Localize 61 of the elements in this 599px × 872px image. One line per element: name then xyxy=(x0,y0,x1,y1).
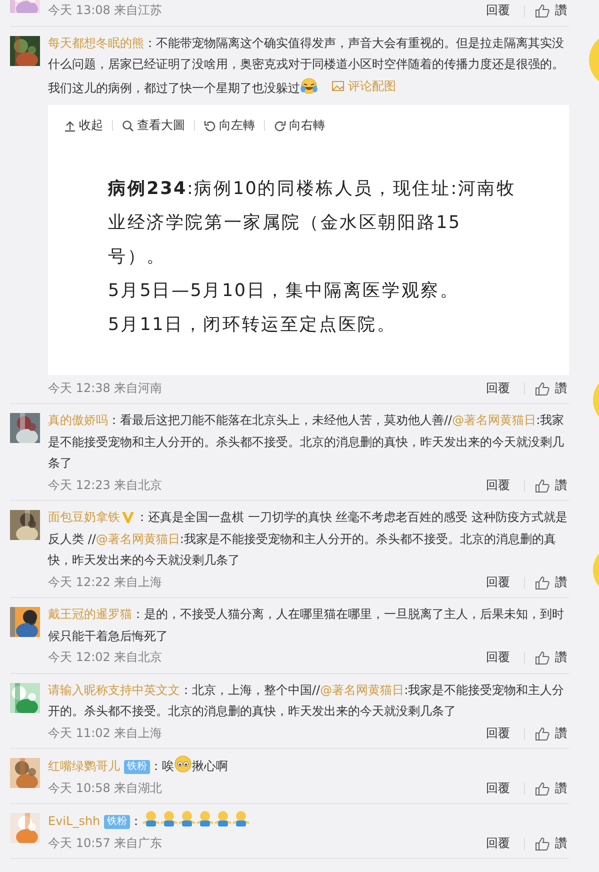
comment-text: 请输入昵称支持中英文文：北京，上海，整个中国//@著名网黄猫日:我家是不能接受宠物和主人分开的。杀头都不接受。北京的消息删的真快，昨天发出来的今天就没剩几条了 xyxy=(48,682,566,720)
reply-button[interactable]: 回覆 xyxy=(486,778,510,800)
image-icon xyxy=(332,81,344,92)
comment-meta: 今天 13:08 来自江苏 xyxy=(48,2,162,19)
comment-meta: 今天 12:22 来自上海 xyxy=(48,574,162,591)
comment-meta: 今天 10:58 来自湖北 xyxy=(48,780,162,797)
thumbs-up-icon xyxy=(535,782,550,796)
document-paragraph: 病例234:病例10的同楼栋人员，现住址:河南牧业经济学院第一家属院（金水区朝阳路15号）。 xyxy=(108,178,517,270)
like-button[interactable]: 讚 xyxy=(535,378,567,400)
toolbar-button[interactable]: 收起 xyxy=(64,114,103,136)
thumbs-up-icon xyxy=(535,836,550,850)
figure-icon xyxy=(196,810,214,828)
thumbs-up-icon xyxy=(535,576,550,590)
like-button[interactable]: 讚 xyxy=(535,572,567,594)
reply-button[interactable]: 回覆 xyxy=(486,0,510,22)
thumbs-up-icon xyxy=(535,478,550,492)
thumbs-up-icon xyxy=(535,4,550,18)
thumbs-up-icon xyxy=(535,726,550,740)
figure-icon xyxy=(214,810,232,828)
comment-text: 真的傲娇吗：看最后这把刀能不能落在北京头上，未经他人苦，莫劝他人善//@著名网黄猫日:我家是不能接受宠物和主人分开的。杀头都不接受。北京的消息删的真快，昨天发出来的今天就没剩几条了 xyxy=(48,412,566,472)
face-icon xyxy=(174,755,192,774)
figure-icon xyxy=(142,810,160,828)
reply-button[interactable]: 回覆 xyxy=(486,832,510,854)
reply-button[interactable]: 回覆 xyxy=(486,722,510,744)
like-button[interactable]: 讚 xyxy=(535,0,567,22)
document-paragraph: 5月11日，闭环转运至定点医院。 xyxy=(108,314,398,338)
like-button[interactable]: 讚 xyxy=(535,647,567,669)
comment-text: EviL_shh 铁粉 ： xyxy=(48,810,569,833)
search-icon xyxy=(122,120,134,132)
toolbar-button[interactable]: 向左轉 xyxy=(204,114,255,136)
reply-button[interactable]: 回覆 xyxy=(486,572,510,594)
like-button[interactable]: 讚 xyxy=(535,474,567,496)
like-button[interactable]: 讚 xyxy=(535,832,567,854)
like-button[interactable]: 讚 xyxy=(535,778,567,800)
fan-badge: 铁粉 xyxy=(124,760,150,774)
comment-text: 面包豆奶拿铁 ：还真是全国一盘棋 一刀切学的真快 丝毫不考虑老百姓的感受 这种防疫方式就是反人类 //@著名网黄猫日:我家是不能接受宠物和主人分开的。杀头都不接受。北京的消息删的真快，昨天发出来的今天就没剩几条了 xyxy=(48,509,568,570)
comment-text: 戴王冠的暹罗猫：是的，不接受人猫分离，人在哪里猫在哪里，一旦脱离了主人，后果未知，到时候只能干着急后悔死了 xyxy=(48,606,565,645)
figure-icon xyxy=(232,810,250,828)
comment-meta: 今天 12:38 来自河南 xyxy=(48,380,162,397)
like-button[interactable]: 讚 xyxy=(535,722,567,744)
fan-badge: 铁粉 xyxy=(104,815,130,830)
reply-button[interactable]: 回覆 xyxy=(486,474,510,496)
document-paragraph: 5月5日—5月10日，集中隔离医学观察。 xyxy=(108,280,460,304)
rotate-right-icon xyxy=(274,120,286,132)
figure-icon xyxy=(160,810,178,828)
comment-text: 每天都想冬眠的熊：不能带宠物隔离这个确实值得发声，声音大会有重视的。但是拉走隔离其实没什么问题，居家已经证明了没啥用，奥密克戎对于同楼道小区时空伴随着的传播力度还是很强的。我们这儿的病例，都过了快一个星期了也没躲过 评论配图 xyxy=(48,32,569,99)
reply-button[interactable]: 回覆 xyxy=(486,378,510,400)
comment-meta: 今天 12:02 来自北京 xyxy=(48,649,162,666)
figure-icon xyxy=(178,810,196,828)
comment-meta: 今天 12:23 来自北京 xyxy=(48,476,162,494)
laughing-face-icon xyxy=(300,78,318,94)
toolbar-button[interactable]: 向右轉 xyxy=(274,114,325,136)
rotate-left-icon xyxy=(204,120,216,132)
thumbs-up-icon xyxy=(535,651,550,665)
comment-text: 红嘴绿鹦哥儿 铁粉 ：唉 揪心啊 xyxy=(48,755,569,778)
thumbs-up-icon xyxy=(535,382,550,396)
reply-button[interactable]: 回覆 xyxy=(486,647,510,669)
comment-meta: 今天 10:57 来自广东 xyxy=(48,834,162,852)
comment-meta: 今天 11:02 来自上海 xyxy=(48,724,162,742)
upload-arrow-icon xyxy=(64,120,76,132)
toolbar-button[interactable]: 查看大圖 xyxy=(122,114,185,136)
